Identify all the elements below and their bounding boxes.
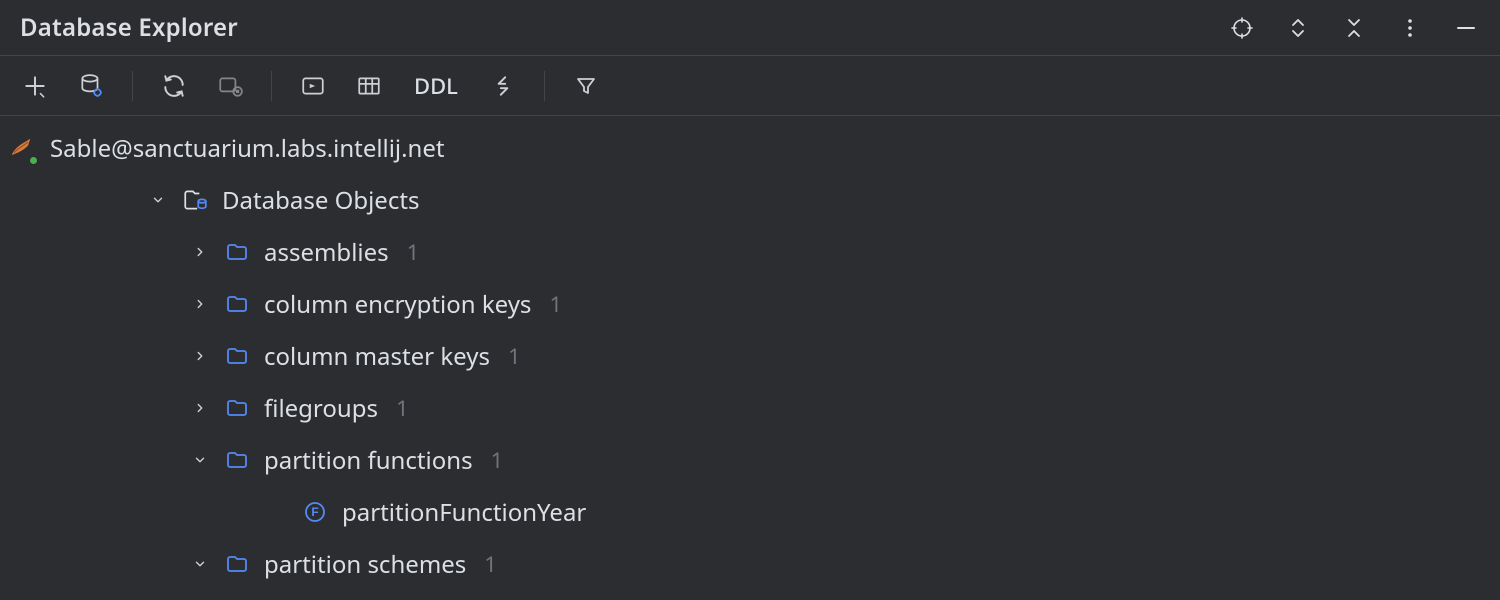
refresh-icon[interactable] [157,69,191,103]
tree-node-label: column encryption keys [264,288,531,321]
folder-icon [224,447,250,473]
tree-node-partition-schemes[interactable]: partition schemes 1 [0,538,1500,590]
tree-leaf-label: partitionFunctionYear [342,496,586,529]
tree-node-label: assemblies [264,236,389,269]
tree-node-assemblies[interactable]: assemblies 1 [0,226,1500,278]
folder-icon [224,551,250,577]
filter-icon[interactable] [569,69,603,103]
toolbar-separator [271,71,272,101]
chevron-right-icon [190,346,210,366]
toolbar: DDL [0,56,1500,116]
folder-icon [224,291,250,317]
ddl-button[interactable]: DDL [408,67,464,105]
expand-collapse-icon[interactable] [1284,14,1312,42]
add-icon[interactable] [18,69,52,103]
tree-node-count: 1 [396,393,409,423]
toolbar-separator [132,71,133,101]
titlebar-buttons [1228,14,1480,42]
tree-node-column-encryption-keys[interactable]: column encryption keys 1 [0,278,1500,330]
function-icon: F [302,499,328,525]
table-editor-icon[interactable] [352,69,386,103]
collapse-both-icon[interactable] [1340,14,1368,42]
tree-node-count: 1 [484,549,497,579]
svg-text:F: F [311,505,318,519]
tree-node-count: 1 [407,237,420,267]
collapse-tree-icon[interactable] [486,69,520,103]
panel-title: Database Explorer [20,11,238,44]
tree-node-label: partition schemes [264,548,466,581]
mssql-icon [6,133,36,163]
jump-to-console-icon[interactable] [296,69,330,103]
tree-node-count: 1 [491,445,504,475]
target-icon[interactable] [1228,14,1256,42]
folder-icon [224,343,250,369]
chevron-right-icon [190,242,210,262]
folder-icon [224,239,250,265]
tree-node-label: filegroups [264,392,378,425]
toolbar-separator [544,71,545,101]
more-icon[interactable] [1396,14,1424,42]
stop-icon[interactable] [213,69,247,103]
tree-node-filegroups[interactable]: filegroups 1 [0,382,1500,434]
tree-node-column-master-keys[interactable]: column master keys 1 [0,330,1500,382]
chevron-right-icon [190,294,210,314]
tree-node-label: Database Objects [222,184,420,217]
titlebar: Database Explorer [0,0,1500,56]
tree-leaf-partition-function-year[interactable]: F partitionFunctionYear [0,486,1500,538]
database-objects-icon [182,187,208,213]
chevron-right-icon [190,398,210,418]
tree-node-label: column master keys [264,340,490,373]
datasource-node[interactable]: Sable@sanctuarium.labs.intellij.net [0,122,1500,174]
status-dot-icon [29,156,38,165]
tree-node-partition-functions[interactable]: partition functions 1 [0,434,1500,486]
tree-node-label: partition functions [264,444,473,477]
chevron-down-icon [148,190,168,210]
folder-icon [224,395,250,421]
datasource-label: Sable@sanctuarium.labs.intellij.net [50,132,445,165]
datasource-properties-icon[interactable] [74,69,108,103]
tree: Sable@sanctuarium.labs.intellij.net Data… [0,116,1500,590]
chevron-down-icon [190,554,210,574]
minimize-icon[interactable] [1452,14,1480,42]
tree-node-count: 1 [508,341,521,371]
tree-node-count: 1 [549,289,562,319]
chevron-down-icon [190,450,210,470]
tree-node-database-objects[interactable]: Database Objects [0,174,1500,226]
